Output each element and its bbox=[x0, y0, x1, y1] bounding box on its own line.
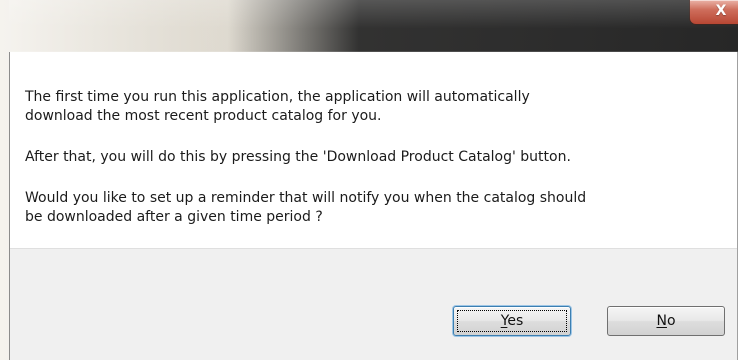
message-paragraph-1: The first time you run this application,… bbox=[25, 89, 530, 124]
no-button[interactable]: No bbox=[607, 306, 725, 336]
yes-label-rest: es bbox=[507, 313, 524, 329]
dialog-title-bar: X bbox=[9, 0, 738, 52]
desktop: X The first time you run this applicatio… bbox=[0, 0, 738, 360]
yes-button-label: Yes bbox=[501, 313, 524, 329]
dialog-client-area: The first time you run this application,… bbox=[9, 52, 738, 360]
dialog-button-bar: Yes No bbox=[10, 248, 737, 360]
no-label-rest: o bbox=[666, 313, 676, 329]
no-button-label: No bbox=[656, 313, 675, 329]
message-paragraph-2: After that, you will do this by pressing… bbox=[25, 149, 571, 165]
yes-button[interactable]: Yes bbox=[453, 306, 571, 336]
no-mnemonic: N bbox=[656, 313, 667, 329]
message-dialog: X The first time you run this applicatio… bbox=[9, 0, 738, 360]
dialog-message: The first time you run this application,… bbox=[25, 88, 685, 227]
close-icon: X bbox=[715, 3, 727, 19]
close-button[interactable]: X bbox=[690, 0, 738, 24]
message-paragraph-3: Would you like to set up a reminder that… bbox=[25, 190, 587, 225]
